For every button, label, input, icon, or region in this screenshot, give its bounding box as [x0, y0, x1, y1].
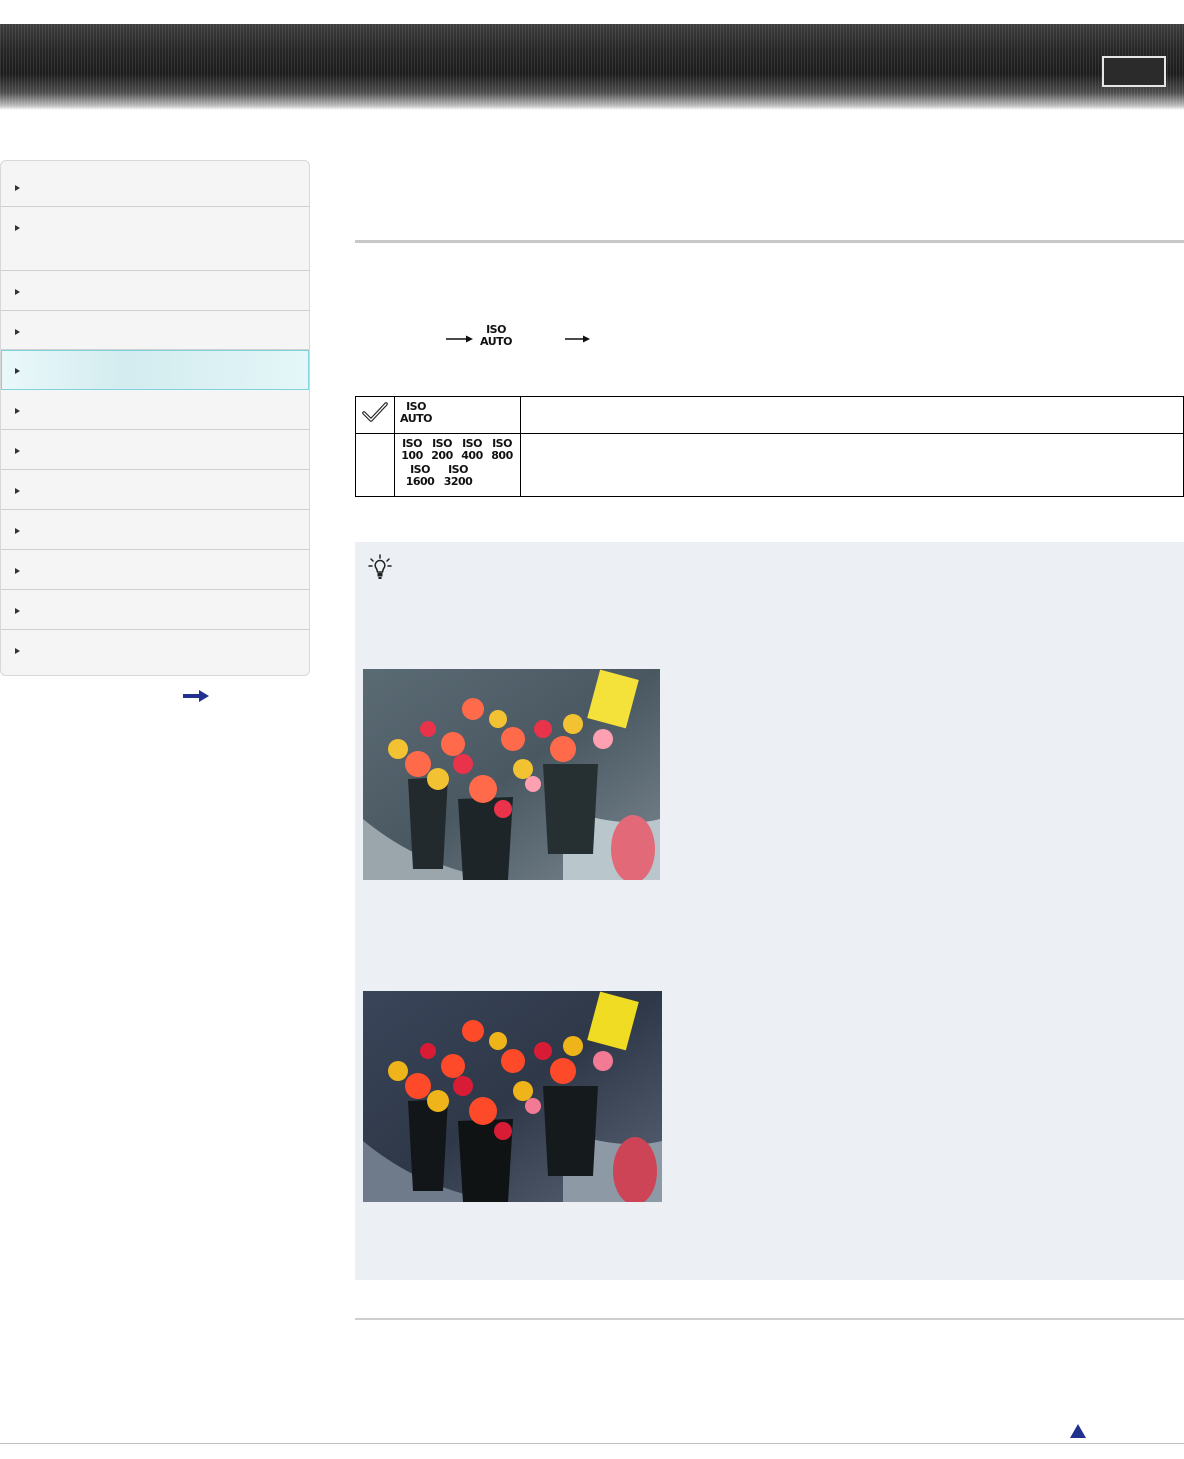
triangle-right-icon: [15, 225, 20, 231]
triangle-right-icon: [15, 608, 20, 614]
content-divider: [355, 1318, 1184, 1320]
header-banner: [0, 24, 1184, 110]
triangle-right-icon: [15, 368, 20, 374]
iso-value: 400: [461, 449, 483, 462]
triangle-right-icon: [15, 448, 20, 454]
triangle-right-icon: [15, 408, 20, 414]
checkmark-cell-empty: [356, 434, 395, 496]
iso-value: AUTO: [400, 412, 432, 425]
menu-path: ISO AUTO: [446, 320, 606, 354]
sidebar-item-4[interactable]: [1, 311, 309, 350]
sidebar-item-3[interactable]: [1, 271, 309, 311]
option-row-iso-values[interactable]: ISO ISO ISO ISO 100 200 400 800 ISO ISO …: [356, 434, 1183, 496]
iso-auto-icon: ISO AUTO: [399, 401, 433, 425]
iso-value: 800: [491, 449, 513, 462]
options-table: ISO AUTO ISO ISO ISO ISO 100 200 400 800: [355, 396, 1184, 497]
flowers-photo-bright: [363, 669, 660, 880]
iso-icon-cell: ISO AUTO: [395, 397, 521, 433]
flowers-photo-dark-image: [363, 991, 662, 1202]
checkmark-cell: [356, 397, 395, 433]
title-divider: [355, 240, 1184, 243]
iso-values-icon: ISO ISO ISO ISO 100 200 400 800 ISO ISO …: [399, 438, 517, 488]
sidebar-item-11[interactable]: [1, 590, 309, 630]
sidebar-item-7[interactable]: [1, 430, 309, 470]
iso-icon-bottom: AUTO: [480, 335, 512, 348]
sidebar-item-2[interactable]: [1, 207, 309, 271]
arrow-right-icon: [446, 335, 473, 343]
iso-value: 100: [401, 449, 423, 462]
iso-row-4: 1600 3200: [399, 476, 517, 488]
triangle-up-icon[interactable]: [1070, 1424, 1086, 1438]
flowers-photo-bright-image: [363, 669, 660, 880]
footer-divider: [0, 1443, 1184, 1444]
triangle-right-icon: [15, 528, 20, 534]
triangle-right-icon: [15, 185, 20, 191]
option-row-iso-auto[interactable]: ISO AUTO: [356, 397, 1183, 434]
iso-value: 200: [431, 449, 453, 462]
iso-row-2: 100 200 400 800: [399, 450, 517, 462]
sidebar-item-5-selected[interactable]: [1, 350, 309, 390]
iso-auto-icon: ISO AUTO: [476, 324, 516, 348]
triangle-right-icon: [15, 488, 20, 494]
triangle-right-icon: [15, 289, 20, 295]
triangle-right-icon: [15, 329, 20, 335]
sidebar-item-9[interactable]: [1, 510, 309, 550]
iso-value: 3200: [443, 475, 473, 488]
iso-value: 1600: [405, 475, 435, 488]
sidebar-item-6[interactable]: [1, 390, 309, 430]
triangle-right-icon: [15, 568, 20, 574]
checkmark-icon: [362, 402, 388, 422]
iso-icon-cell: ISO ISO ISO ISO 100 200 400 800 ISO ISO …: [395, 434, 521, 496]
triangle-right-icon: [15, 648, 20, 654]
sidebar-item-1[interactable]: [1, 161, 309, 207]
sidebar-item-10[interactable]: [1, 550, 309, 590]
flowers-photo-dark: [363, 991, 662, 1202]
hint-box: [355, 542, 1184, 1280]
arrow-right-icon[interactable]: [183, 690, 209, 702]
sidebar-item-12[interactable]: [1, 630, 309, 675]
sidebar-nav: [0, 160, 310, 676]
banner-button[interactable]: [1102, 56, 1166, 87]
sidebar-item-8[interactable]: [1, 470, 309, 510]
arrow-right-icon: [565, 335, 590, 343]
lightbulb-icon: [368, 554, 392, 579]
